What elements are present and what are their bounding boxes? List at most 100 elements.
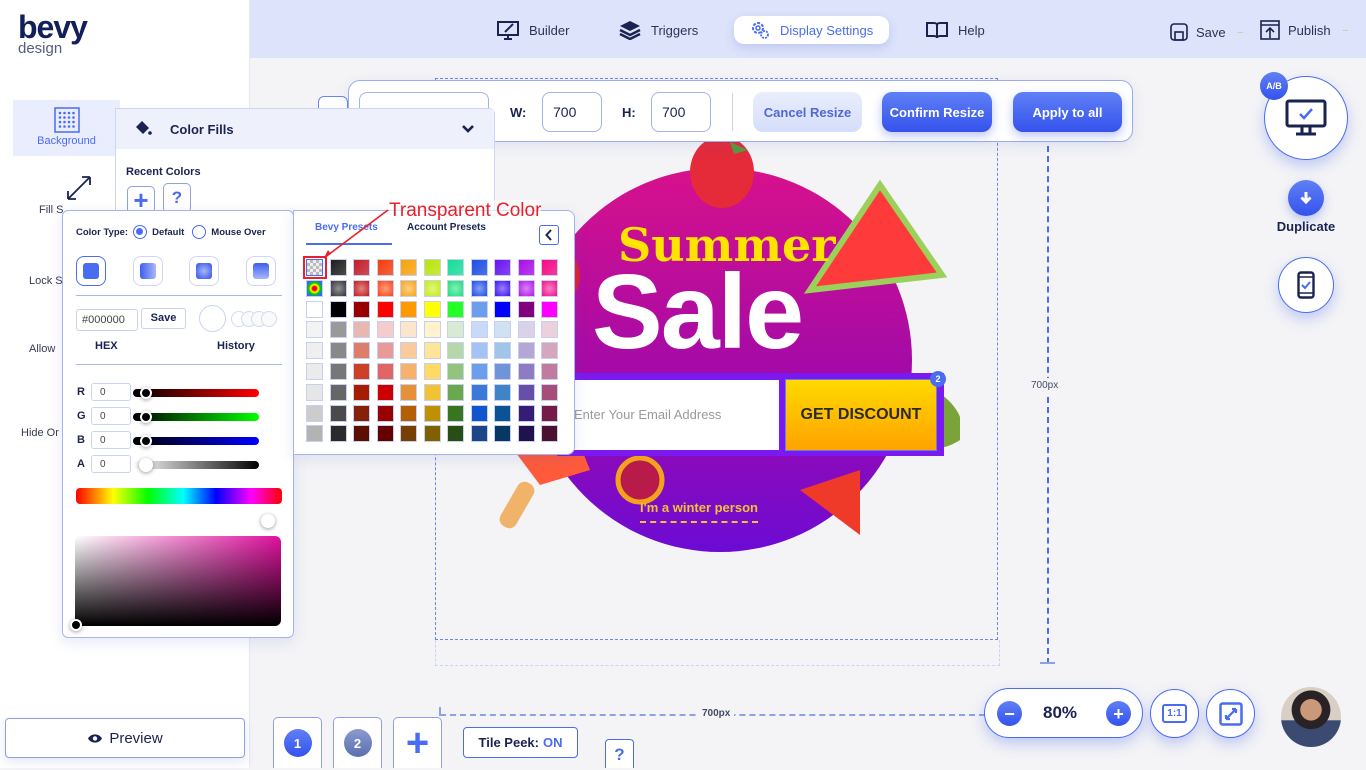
zoom-out-button[interactable]: −: [997, 701, 1022, 726]
swatch[interactable]: [329, 404, 347, 422]
swatch[interactable]: [329, 321, 347, 339]
swatch[interactable]: [329, 279, 347, 297]
swatch[interactable]: [423, 321, 441, 339]
swatch[interactable]: [470, 383, 488, 401]
publish-button[interactable]: Publish –: [1260, 16, 1348, 44]
swatch[interactable]: [376, 321, 394, 339]
blue-input[interactable]: 0: [91, 431, 131, 449]
swatch[interactable]: [400, 279, 417, 297]
duplicate-button[interactable]: [1288, 180, 1324, 216]
swatch[interactable]: [541, 362, 558, 380]
tile-peek-toggle[interactable]: Tile Peek: ON: [463, 727, 578, 758]
swatch[interactable]: [423, 425, 441, 443]
swatch[interactable]: [353, 425, 370, 443]
swatch[interactable]: [517, 279, 535, 297]
green-input[interactable]: 0: [91, 407, 131, 425]
swatch[interactable]: [423, 279, 441, 297]
swatch[interactable]: [423, 300, 441, 318]
swatch[interactable]: [517, 259, 535, 276]
swatch[interactable]: [470, 300, 488, 318]
swatch[interactable]: [306, 404, 323, 422]
swatch[interactable]: [447, 342, 464, 360]
swatch[interactable]: [353, 300, 370, 318]
swatch[interactable]: [447, 383, 464, 401]
fill-type-linear[interactable]: [133, 256, 163, 286]
swatch[interactable]: [541, 259, 558, 276]
hue-slider[interactable]: [76, 488, 282, 504]
swatch[interactable]: [353, 279, 370, 297]
blue-slider-knob[interactable]: [140, 435, 152, 447]
swatch[interactable]: [517, 321, 535, 339]
swatch[interactable]: [329, 383, 347, 401]
swatch[interactable]: [376, 383, 394, 401]
swatch[interactable]: [423, 362, 441, 380]
fill-type-vertical[interactable]: [246, 256, 276, 286]
swatch[interactable]: [541, 321, 558, 339]
swatch[interactable]: [376, 362, 394, 380]
swatch[interactable]: [353, 321, 370, 339]
nav-builder[interactable]: Builder: [497, 16, 569, 44]
email-input[interactable]: Enter Your Email Address: [564, 380, 779, 450]
swatch[interactable]: [541, 279, 558, 297]
swatch[interactable]: [470, 404, 488, 422]
swatch[interactable]: [494, 259, 511, 276]
swatch[interactable]: [400, 362, 417, 380]
history-current-swatch[interactable]: [199, 305, 226, 332]
color-fills-header[interactable]: Color Fills: [116, 109, 494, 149]
fill-type-solid[interactable]: [76, 256, 106, 286]
swatch[interactable]: [400, 342, 417, 360]
radio-mouse-over[interactable]: [192, 225, 207, 239]
swatch[interactable]: [494, 342, 511, 360]
swatch[interactable]: [306, 321, 323, 339]
swatch[interactable]: [541, 383, 558, 401]
swatch[interactable]: [494, 362, 511, 380]
swatch[interactable]: [494, 383, 511, 401]
saturation-brightness-area[interactable]: [75, 536, 281, 626]
swatch[interactable]: [494, 425, 511, 443]
swatch[interactable]: [541, 404, 558, 422]
save-button[interactable]: Save –: [1170, 18, 1243, 46]
sidebar-item-background[interactable]: Background: [13, 100, 120, 156]
swatch[interactable]: [353, 383, 370, 401]
swatch[interactable]: [400, 383, 417, 401]
swatch[interactable]: [494, 279, 511, 297]
recent-colors-help-button[interactable]: ?: [163, 183, 191, 213]
swatch[interactable]: [423, 404, 441, 422]
swatch[interactable]: [306, 300, 323, 318]
swatch[interactable]: [470, 279, 488, 297]
page-tab-2[interactable]: 2: [333, 717, 382, 768]
red-slider-knob[interactable]: [140, 387, 152, 399]
swatch[interactable]: [329, 300, 347, 318]
swatch[interactable]: [470, 425, 488, 443]
green-slider-knob[interactable]: [140, 411, 152, 423]
swatch[interactable]: [306, 342, 323, 360]
swatch[interactable]: [306, 383, 323, 401]
ab-test-badge[interactable]: A/B: [1260, 72, 1288, 100]
swatch[interactable]: [400, 321, 417, 339]
actual-size-button[interactable]: 1:1: [1150, 689, 1199, 738]
swatch[interactable]: [353, 404, 370, 422]
get-discount-button[interactable]: GET DISCOUNT: [785, 379, 937, 451]
decline-link[interactable]: I'm a winter person: [640, 500, 758, 523]
fill-type-radial[interactable]: [189, 256, 219, 286]
radio-default[interactable]: [133, 225, 148, 239]
alpha-input[interactable]: 0: [91, 455, 131, 473]
nav-triggers[interactable]: Triggers: [619, 16, 698, 44]
swatch[interactable]: [400, 259, 417, 276]
history-swatch[interactable]: [261, 311, 277, 327]
width-input[interactable]: 700: [542, 92, 602, 132]
swatch[interactable]: [541, 300, 558, 318]
swatch[interactable]: [517, 383, 535, 401]
swatch[interactable]: [447, 362, 464, 380]
preview-button[interactable]: Preview: [5, 718, 245, 758]
swatch[interactable]: [470, 362, 488, 380]
swatch-radial-rainbow[interactable]: [306, 279, 323, 297]
fit-screen-button[interactable]: [1206, 689, 1255, 738]
swatch[interactable]: [353, 362, 370, 380]
swatch[interactable]: [517, 425, 535, 443]
swatch[interactable]: [400, 425, 417, 443]
swatch[interactable]: [376, 342, 394, 360]
swatch[interactable]: [329, 362, 347, 380]
cancel-resize-button[interactable]: Cancel Resize: [753, 92, 862, 132]
save-color-button[interactable]: Save: [141, 308, 186, 329]
